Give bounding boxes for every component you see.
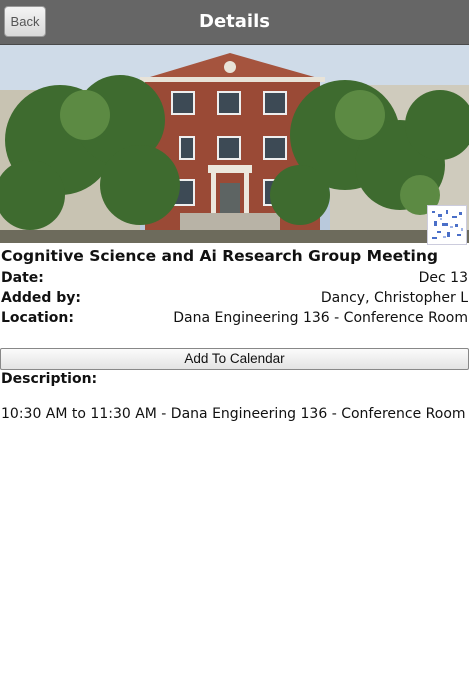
date-row: Date: Dec 13: [1, 270, 468, 290]
event-location-photo: [0, 45, 469, 243]
location-value: Dana Engineering 136 - Conference Room: [173, 310, 468, 326]
added-by-row: Added by: Dancy, Christopher L: [1, 290, 468, 310]
description-label: Description:: [1, 371, 98, 387]
date-label: Date:: [1, 270, 44, 286]
date-value: Dec 13: [418, 270, 468, 286]
event-title: Cognitive Science and Ai Research Group …: [1, 247, 438, 265]
top-navigation-bar: Back Details: [0, 0, 469, 45]
event-thumbnail-image: [427, 205, 467, 245]
page-title: Details: [199, 11, 270, 32]
location-label: Location:: [1, 310, 74, 326]
description-text: 10:30 AM to 11:30 AM - Dana Engineering …: [1, 406, 466, 422]
added-by-label: Added by:: [1, 290, 82, 306]
add-to-calendar-button[interactable]: Add To Calendar: [0, 348, 469, 370]
location-row: Location: Dana Engineering 136 - Confere…: [1, 310, 468, 330]
added-by-value: Dancy, Christopher L: [320, 290, 468, 306]
